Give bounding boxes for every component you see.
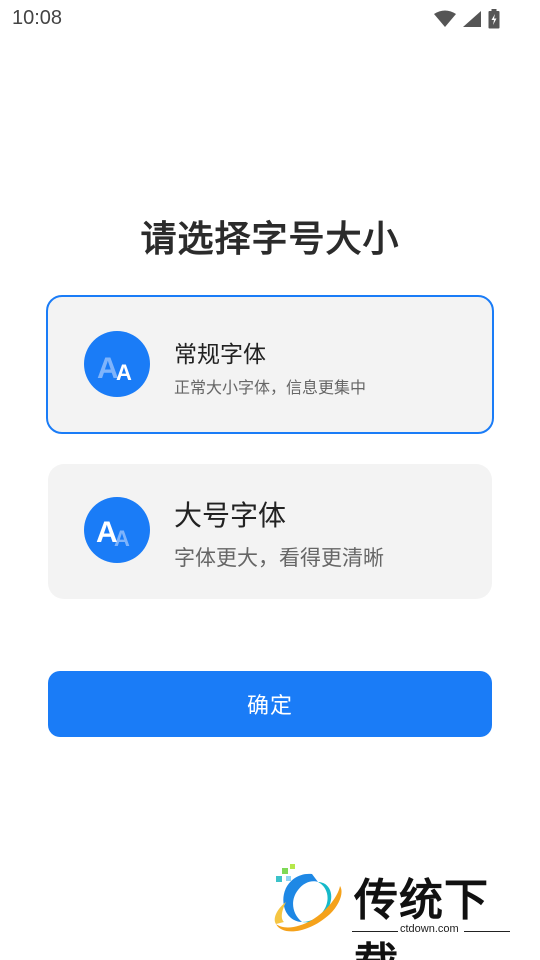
font-size-large-icon: A A: [84, 497, 150, 563]
font-option-title: 常规字体: [174, 342, 266, 368]
font-icon-letter-front: A: [96, 516, 118, 549]
font-option-title: 大号字体: [174, 499, 287, 532]
status-time: 10:08: [12, 7, 63, 29]
font-option-description: 正常大小字体，信息更集中: [174, 378, 367, 397]
wifi-icon: [434, 10, 456, 28]
battery-charging-icon: [488, 9, 500, 29]
font-icon-letter-front: A: [116, 360, 132, 385]
font-option-large[interactable]: A A 大号字体 字体更大，看得更清晰: [48, 464, 492, 599]
page-title: 请选择字号大小: [140, 219, 400, 260]
watermark-divider: [352, 931, 398, 932]
font-option-description: 字体更大，看得更清晰: [174, 546, 384, 570]
status-icons: [434, 9, 500, 29]
confirm-button[interactable]: 确定: [48, 671, 492, 737]
watermark-url: ctdown.com: [400, 923, 459, 935]
font-size-regular-icon: A A: [84, 331, 150, 397]
watermark-logo-icon: [268, 862, 346, 942]
status-bar: 10:08: [0, 0, 540, 36]
watermark: 传统下载 ctdown.com: [268, 860, 518, 960]
watermark-divider: [464, 931, 510, 932]
watermark-brand: 传统下载: [354, 875, 489, 960]
cellular-signal-icon: [462, 10, 482, 28]
font-option-regular[interactable]: A A 常规字体 正常大小字体，信息更集中: [46, 295, 494, 434]
